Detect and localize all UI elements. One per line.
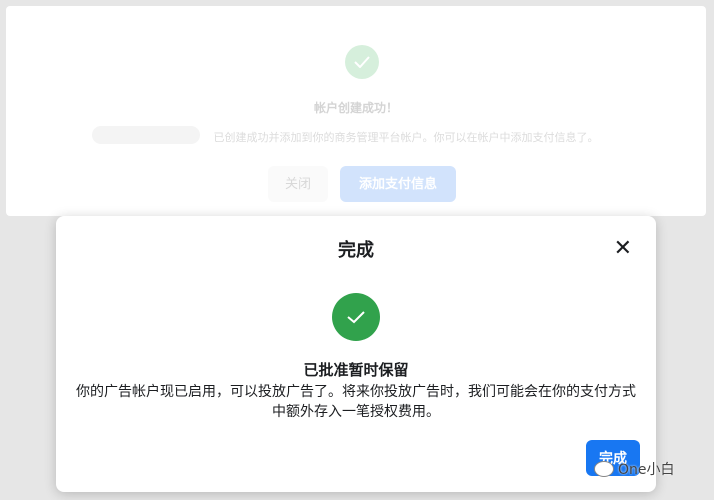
close-icon[interactable]: ✕ <box>614 236 632 261</box>
background-dialog-title: 帐户创建成功！ <box>313 101 398 115</box>
background-dialog: 帐户创建成功！ 已创建成功并添加到你的商务管理平台帐户。你可以在帐户中添加支付信… <box>6 6 706 216</box>
watermark-text: One小白 <box>618 462 675 478</box>
wechat-icon <box>594 461 614 477</box>
dialog-message: 你的广告帐户现已启用，可以投放广告了。将来你投放广告时，我们可能会在你的支付方式… <box>76 384 636 420</box>
watermark: One小白 <box>594 459 675 479</box>
add-payment-button[interactable]: 添加支付信息 <box>340 166 456 202</box>
completion-dialog: 完成 ✕ 已批准暂时保留 你的广告帐户现已启用，可以投放广告了。将来你投放广告时… <box>56 216 656 492</box>
close-button[interactable]: 关闭 <box>268 166 328 202</box>
dialog-heading: 已批准暂时保留 <box>303 361 409 379</box>
background-dialog-message: 已创建成功并添加到你的商务管理平台帐户。你可以在帐户中添加支付信息了。 <box>213 131 599 144</box>
success-check-icon <box>332 293 380 341</box>
dialog-title: 完成 <box>338 240 374 261</box>
success-check-icon <box>345 45 379 79</box>
